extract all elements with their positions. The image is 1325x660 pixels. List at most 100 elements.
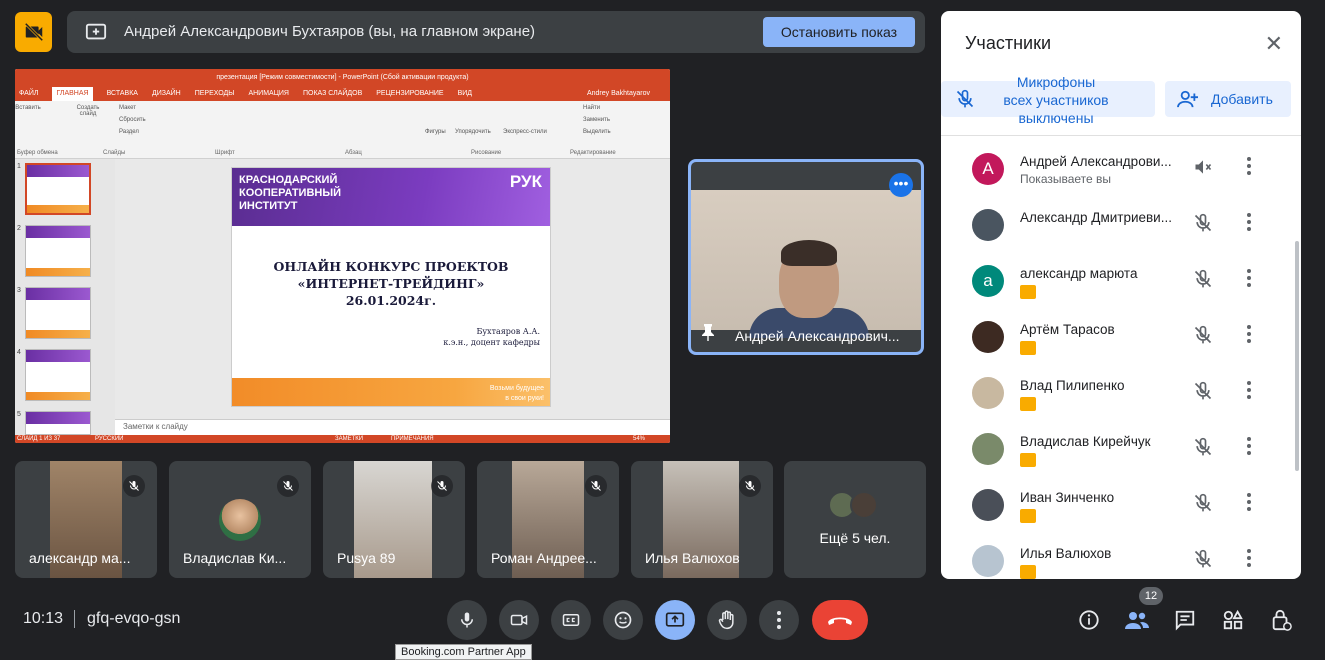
participant-name: Илья Валюхов bbox=[1020, 546, 1112, 561]
participant-row[interactable]: Иван Зинченко bbox=[941, 477, 1281, 533]
camera-icon bbox=[510, 614, 528, 626]
thumb-number: 2 bbox=[17, 225, 21, 232]
mic-off-icon[interactable] bbox=[1193, 381, 1213, 406]
emoji-icon bbox=[614, 611, 632, 629]
shapes-command: Фигуры bbox=[425, 129, 446, 135]
participant-tile[interactable]: Владислав Ки... bbox=[169, 461, 311, 578]
more-options-icon[interactable]: ••• bbox=[889, 173, 913, 197]
microphone-button[interactable] bbox=[447, 600, 487, 640]
more-participants-avatars bbox=[828, 491, 884, 519]
taskbar-tooltip: Booking.com Partner App bbox=[395, 644, 532, 660]
participant-tile[interactable]: Илья Валюхов bbox=[631, 461, 773, 578]
slide-footer: Возьми будущее в свои руки! bbox=[232, 378, 550, 406]
participant-name: александр марюта bbox=[1020, 266, 1138, 281]
reactions-button[interactable] bbox=[603, 600, 643, 640]
tab-slideshow: ПОКАЗ СЛАЙДОВ bbox=[302, 90, 363, 97]
participants-panel: Участники ✕ Микрофоны всех участников вы… bbox=[941, 11, 1301, 579]
title-line: 26.01.2024г. bbox=[345, 293, 437, 308]
powerpoint-status-bar: СЛАЙД 1 ИЗ 37 РУССКИЙ ЗАМЕТКИ ПРИМЕЧАНИЯ… bbox=[15, 435, 670, 443]
tab-design: ДИЗАЙН bbox=[151, 90, 181, 97]
slide-thumbnail bbox=[25, 287, 91, 339]
participant-tile[interactable]: Pusya 89 bbox=[323, 461, 465, 578]
meeting-info-icon[interactable] bbox=[1076, 607, 1102, 633]
activities-icon[interactable] bbox=[1220, 607, 1246, 633]
mic-off-icon[interactable] bbox=[1193, 549, 1213, 574]
participant-list: А Андрей Александрови... Показываете вы Але… bbox=[941, 141, 1291, 579]
more-participants-label: Ещё 5 чел. bbox=[819, 530, 891, 546]
group-clipboard: Буфер обмена bbox=[17, 150, 58, 156]
mic-off-icon bbox=[955, 89, 975, 112]
replace-command: Заменить bbox=[583, 117, 610, 123]
camera-button[interactable] bbox=[499, 600, 539, 640]
arrange-command: Упорядочить bbox=[455, 129, 491, 135]
mic-off-icon[interactable] bbox=[1193, 269, 1213, 294]
close-icon[interactable]: ✕ bbox=[1265, 31, 1283, 57]
slogan-line: в свои руки! bbox=[505, 395, 544, 402]
powerpoint-title-bar: презентация [Режим совместимости] - Powe… bbox=[15, 69, 670, 87]
shared-screen: презентация [Режим совместимости] - Powe… bbox=[15, 69, 670, 443]
stop-presenting-button[interactable]: Остановить показ bbox=[763, 17, 915, 47]
more-vert-icon[interactable] bbox=[1245, 267, 1253, 291]
host-controls-icon[interactable] bbox=[1268, 607, 1294, 633]
pin-icon[interactable] bbox=[701, 323, 715, 344]
powerpoint-ribbon-tabs: ФАЙЛ ГЛАВНАЯ ВСТАВКА ДИЗАЙН ПЕРЕХОДЫ АНИ… bbox=[15, 87, 670, 101]
participant-name: Владислав Ки... bbox=[183, 550, 287, 566]
more-options-button[interactable] bbox=[759, 600, 799, 640]
slide-thumbnail bbox=[25, 163, 91, 215]
participant-row[interactable]: Влад Пилипенко bbox=[941, 365, 1281, 421]
mic-off-icon[interactable] bbox=[1193, 493, 1213, 518]
more-vert-icon[interactable] bbox=[1245, 379, 1253, 403]
participant-name: Pusya 89 bbox=[337, 550, 396, 566]
participant-row[interactable]: Владислав Кирейчук bbox=[941, 421, 1281, 477]
title-line: ОНЛАЙН КОНКУРС ПРОЕКТОВ bbox=[273, 259, 509, 274]
hand-icon bbox=[718, 610, 734, 630]
camera-off-badge-icon bbox=[1020, 285, 1036, 299]
participant-row[interactable]: Александр Дмитриеви... bbox=[941, 197, 1281, 253]
participant-row[interactable]: Артём Тарасов bbox=[941, 309, 1281, 365]
more-vert-icon[interactable] bbox=[1245, 211, 1253, 235]
participant-row[interactable]: А Андрей Александрови... Показываете вы bbox=[941, 141, 1281, 197]
present-screen-icon bbox=[665, 612, 685, 627]
mute-all-button[interactable]: Микрофоны всех участников выключены bbox=[941, 74, 1155, 126]
group-font: Шрифт bbox=[215, 150, 235, 156]
leave-call-button[interactable] bbox=[812, 600, 868, 640]
camera-off-badge-icon bbox=[1020, 509, 1036, 523]
participant-tile[interactable]: Роман Андрее... bbox=[477, 461, 619, 578]
more-vert-icon[interactable] bbox=[1245, 491, 1253, 515]
slide-thumbnail bbox=[25, 225, 91, 277]
current-slide: КРАСНОДАРСКИЙ КООПЕРАТИВНЫЙ ИНСТИТУТ РУК… bbox=[231, 167, 551, 407]
group-slides: Слайды bbox=[103, 150, 126, 156]
status-comments: ПРИМЕЧАНИЯ bbox=[391, 436, 434, 442]
participant-name: Александр Дмитриеви... bbox=[1020, 210, 1172, 225]
mic-off-icon[interactable] bbox=[1193, 437, 1213, 462]
more-vert-icon[interactable] bbox=[1245, 155, 1253, 179]
add-people-button[interactable]: Добавить bbox=[1165, 81, 1291, 117]
raise-hand-button[interactable] bbox=[707, 600, 747, 640]
title-line: «ИНТЕРНЕТ-ТРЕЙДИНГ» bbox=[297, 276, 485, 291]
participant-row[interactable]: Илья Валюхов bbox=[941, 533, 1281, 579]
more-vert-icon[interactable] bbox=[1245, 435, 1253, 459]
participant-row[interactable]: а александр марюта bbox=[941, 253, 1281, 309]
present-now-button[interactable] bbox=[655, 600, 695, 640]
more-vert-icon[interactable] bbox=[1245, 323, 1253, 347]
find-command: Найти bbox=[583, 105, 601, 111]
microphone-icon bbox=[461, 612, 473, 628]
camera-off-badge-icon bbox=[1020, 341, 1036, 355]
paste-command: Вставить bbox=[15, 105, 41, 111]
mic-off-icon[interactable] bbox=[1193, 213, 1213, 238]
mic-off-icon[interactable] bbox=[1193, 325, 1213, 350]
participant-tile[interactable]: александр ма... bbox=[15, 461, 157, 578]
camera-off-warning-icon[interactable] bbox=[15, 12, 52, 52]
author-role: к.э.н., доцент кафедры bbox=[443, 338, 540, 347]
avatar bbox=[972, 377, 1004, 409]
presenting-text: Андрей Александрович Бухтаяров (вы, на г… bbox=[124, 23, 536, 40]
people-icon[interactable] bbox=[1124, 607, 1150, 633]
more-vert-icon[interactable] bbox=[1245, 547, 1253, 571]
group-drawing: Рисование bbox=[471, 150, 502, 156]
volume-off-icon[interactable] bbox=[1193, 157, 1213, 182]
captions-button[interactable] bbox=[551, 600, 591, 640]
panel-scrollbar[interactable] bbox=[1295, 241, 1299, 471]
more-participants-tile[interactable]: Ещё 5 чел. bbox=[784, 461, 926, 578]
chat-icon[interactable] bbox=[1172, 607, 1198, 633]
pinned-participant-tile[interactable]: ••• Андрей Александрович... bbox=[688, 159, 924, 355]
